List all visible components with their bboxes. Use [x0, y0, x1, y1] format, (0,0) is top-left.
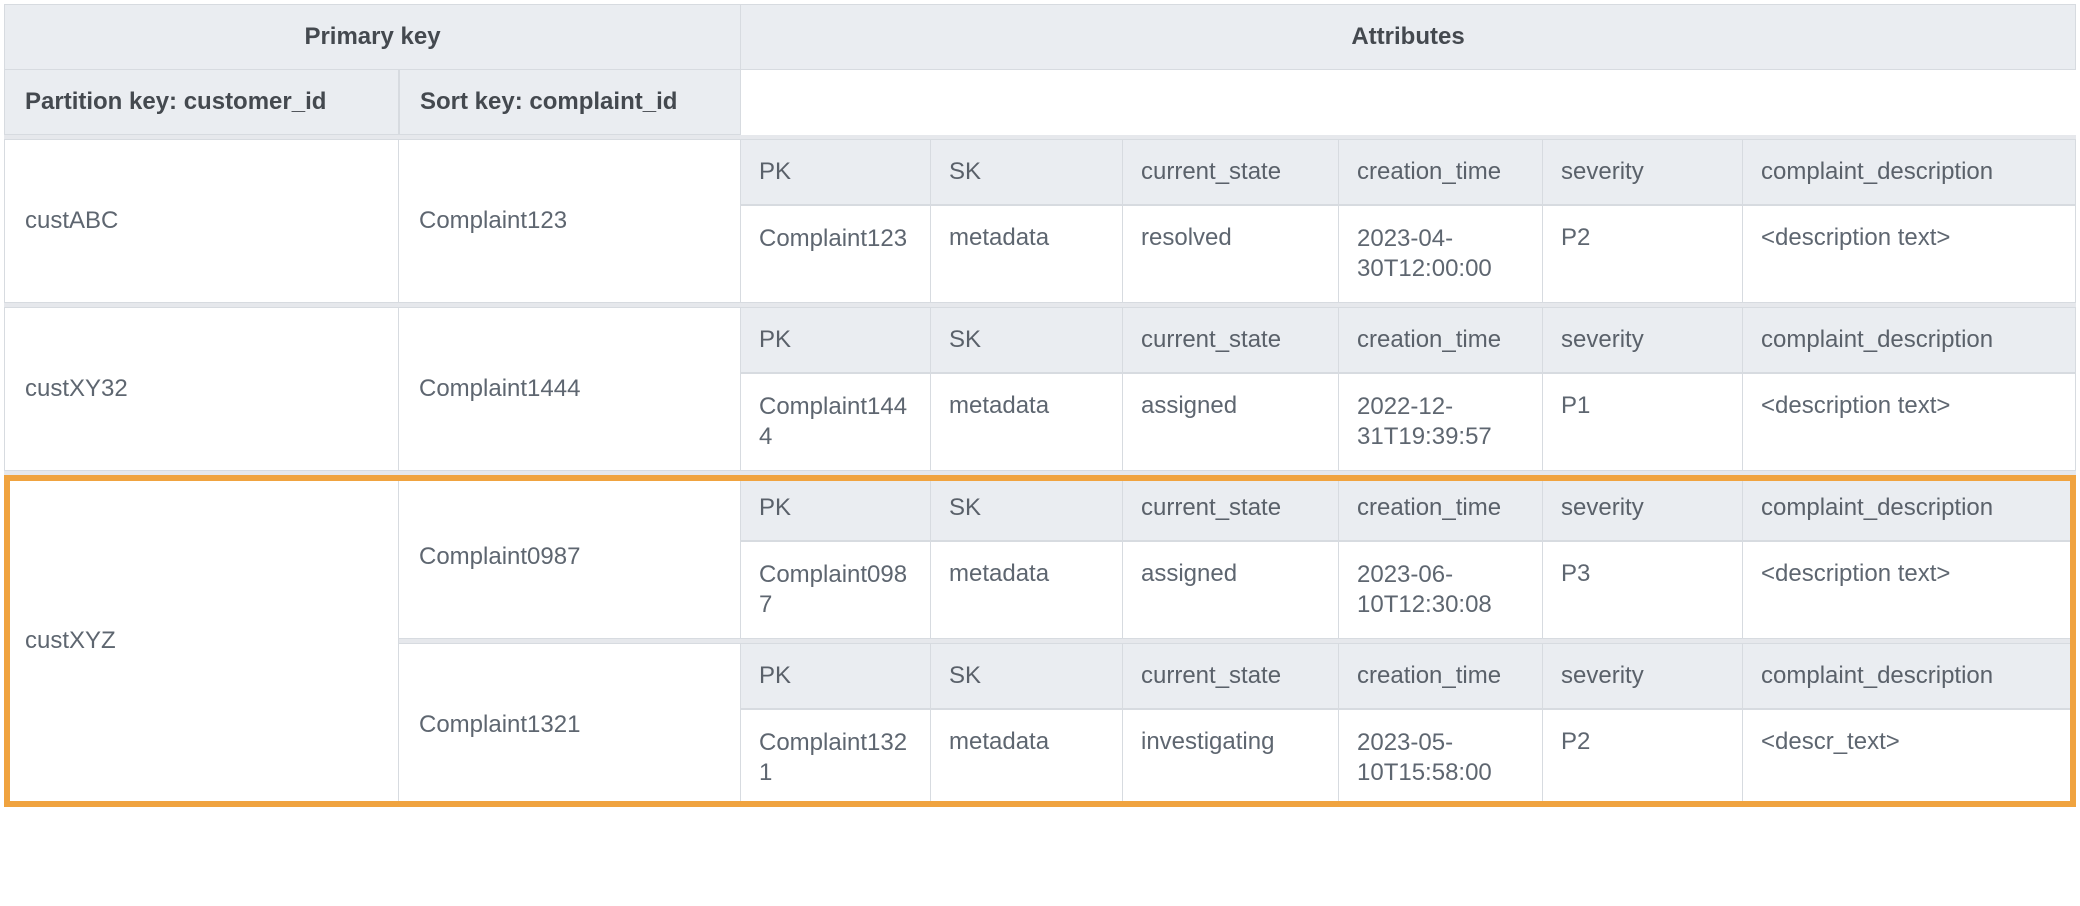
header-attributes: Attributes [741, 4, 2076, 70]
attribute-value-row: Complaint123metadataresolved2023-04-30T1… [741, 205, 2076, 303]
sort-key-cell: Complaint1321 [399, 643, 741, 807]
val-current-state: assigned [1123, 541, 1339, 639]
header-primary-key: Primary key [4, 4, 741, 70]
val-creation-time: 2023-05-10T15:58:00 [1339, 709, 1543, 807]
val-severity: P2 [1543, 205, 1743, 303]
col-current-state: current_state [1123, 139, 1339, 205]
col-pk: PK [741, 139, 931, 205]
val-pk: Complaint0987 [741, 541, 931, 639]
col-creation-time: creation_time [1339, 643, 1543, 709]
attribute-block: PKSKcurrent_statecreation_timeseverityco… [741, 139, 2076, 303]
sort-key-cell: Complaint0987 [399, 475, 741, 639]
val-severity: P3 [1543, 541, 1743, 639]
col-creation-time: creation_time [1339, 139, 1543, 205]
attribute-header-row: PKSKcurrent_statecreation_timeseverityco… [741, 307, 2076, 373]
item-group: custXYZComplaint0987Complaint1321PKSKcur… [4, 475, 2076, 807]
col-complaint-description: complaint_description [1743, 307, 2076, 373]
val-current-state: assigned [1123, 373, 1339, 471]
val-current-state: investigating [1123, 709, 1339, 807]
val-complaint-description: <description text> [1743, 373, 2076, 471]
partition-key-cell: custXY32 [4, 307, 399, 471]
val-severity: P2 [1543, 709, 1743, 807]
attribute-header-row: PKSKcurrent_statecreation_timeseverityco… [741, 139, 2076, 205]
col-complaint-description: complaint_description [1743, 643, 2076, 709]
col-current-state: current_state [1123, 475, 1339, 541]
attribute-block: PKSKcurrent_statecreation_timeseverityco… [741, 475, 2076, 639]
col-severity: severity [1543, 139, 1743, 205]
attribute-block: PKSKcurrent_statecreation_timeseverityco… [741, 307, 2076, 471]
val-creation-time: 2023-04-30T12:00:00 [1339, 205, 1543, 303]
val-current-state: resolved [1123, 205, 1339, 303]
header-row: Primary key Attributes [4, 4, 2076, 70]
col-creation-time: creation_time [1339, 307, 1543, 373]
col-severity: severity [1543, 307, 1743, 373]
val-pk: Complaint1321 [741, 709, 931, 807]
attribute-header-row: PKSKcurrent_statecreation_timeseverityco… [741, 475, 2076, 541]
val-sk: metadata [931, 709, 1123, 807]
attribute-value-row: Complaint0987metadataassigned2023-06-10T… [741, 541, 2076, 639]
dynamodb-table-diagram: Primary key Attributes Partition key: cu… [4, 4, 2076, 807]
col-sk: SK [931, 139, 1123, 205]
val-complaint-description: <descr_text> [1743, 709, 2076, 807]
val-pk: Complaint1444 [741, 373, 931, 471]
col-current-state: current_state [1123, 307, 1339, 373]
col-sk: SK [931, 307, 1123, 373]
partition-key-cell: custXYZ [4, 475, 399, 807]
col-creation-time: creation_time [1339, 475, 1543, 541]
val-complaint-description: <description text> [1743, 541, 2076, 639]
val-pk: Complaint123 [741, 205, 931, 303]
col-severity: severity [1543, 643, 1743, 709]
val-creation-time: 2022-12-31T19:39:57 [1339, 373, 1543, 471]
attribute-block: PKSKcurrent_statecreation_timeseverityco… [741, 643, 2076, 807]
sort-key-cell: Complaint1444 [399, 307, 741, 471]
col-sk: SK [931, 643, 1123, 709]
val-sk: metadata [931, 205, 1123, 303]
col-pk: PK [741, 475, 931, 541]
col-sk: SK [931, 475, 1123, 541]
subheader-row: Partition key: customer_id Sort key: com… [4, 70, 2076, 135]
attribute-value-row: Complaint1321metadatainvestigating2023-0… [741, 709, 2076, 807]
val-complaint-description: <description text> [1743, 205, 2076, 303]
col-complaint-description: complaint_description [1743, 475, 2076, 541]
partition-key-cell: custABC [4, 139, 399, 303]
col-current-state: current_state [1123, 643, 1339, 709]
val-creation-time: 2023-06-10T12:30:08 [1339, 541, 1543, 639]
attribute-value-row: Complaint1444metadataassigned2022-12-31T… [741, 373, 2076, 471]
val-sk: metadata [931, 373, 1123, 471]
sort-key-cell: Complaint123 [399, 139, 741, 303]
col-severity: severity [1543, 475, 1743, 541]
attribute-header-row: PKSKcurrent_statecreation_timeseverityco… [741, 643, 2076, 709]
col-pk: PK [741, 643, 931, 709]
val-sk: metadata [931, 541, 1123, 639]
col-pk: PK [741, 307, 931, 373]
header-sort-key: Sort key: complaint_id [399, 70, 741, 135]
item-group: custABCComplaint123PKSKcurrent_statecrea… [4, 139, 2076, 303]
val-severity: P1 [1543, 373, 1743, 471]
col-complaint-description: complaint_description [1743, 139, 2076, 205]
item-group: custXY32Complaint1444PKSKcurrent_statecr… [4, 307, 2076, 471]
header-partition-key: Partition key: customer_id [4, 70, 399, 135]
